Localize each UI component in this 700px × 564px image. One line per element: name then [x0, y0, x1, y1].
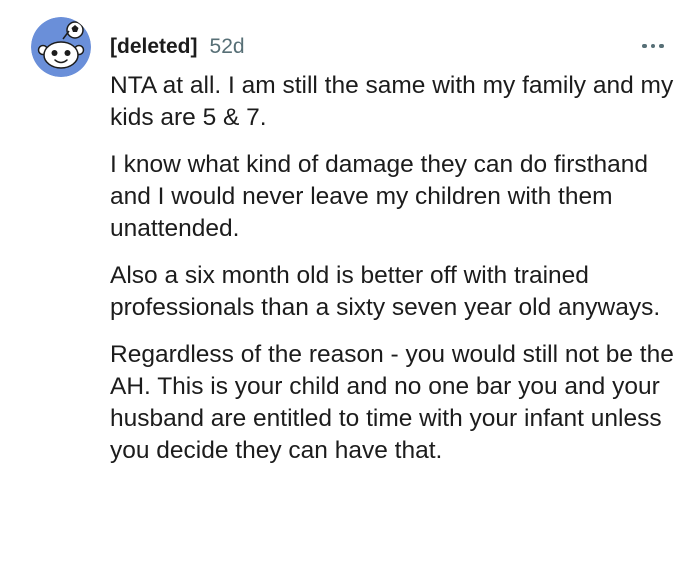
author-username[interactable]: [deleted]	[110, 35, 198, 59]
comment-paragraph: NTA at all. I am still the same with my …	[110, 72, 674, 131]
more-options-icon-dot	[650, 43, 656, 49]
avatar[interactable]	[31, 17, 91, 77]
more-options-button[interactable]	[638, 36, 668, 56]
comment-body: NTA at all. I am still the same with my …	[110, 70, 680, 482]
comment-header: [deleted] 52d	[110, 33, 245, 61]
more-options-icon-dot	[659, 43, 664, 49]
comment-age: 52d	[209, 35, 245, 58]
snoo-avatar-icon	[31, 17, 91, 77]
comment-paragraph: Also a six month old is better off with …	[110, 262, 661, 321]
more-options-icon	[642, 43, 647, 49]
comment-paragraph: I know what kind of damage they can do f…	[110, 151, 648, 242]
comment-paragraph: Regardless of the reason - you would sti…	[110, 341, 674, 464]
